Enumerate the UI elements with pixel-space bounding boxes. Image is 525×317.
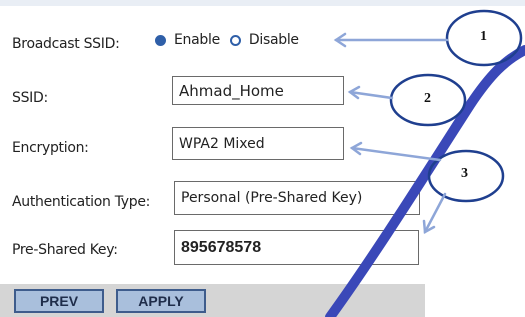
annotation-overlay: [325, 9, 525, 317]
callout-1-number: 1: [480, 29, 487, 44]
callout-2-number: 2: [424, 91, 431, 106]
callout-3-arrow-upper: [350, 146, 442, 162]
callout-3-number: 3: [461, 166, 468, 181]
